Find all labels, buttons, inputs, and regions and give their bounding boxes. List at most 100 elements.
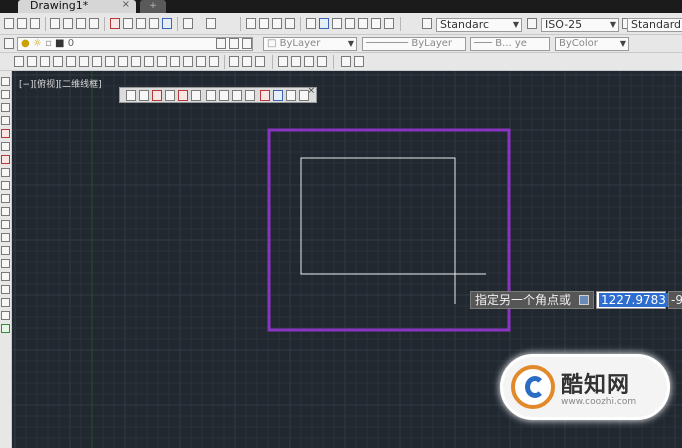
lineweight-select[interactable]: ─── B... ye xyxy=(470,37,550,51)
join-icon[interactable] xyxy=(170,56,180,67)
polygon-icon[interactable] xyxy=(1,116,10,125)
offset-icon[interactable] xyxy=(53,56,63,67)
layer-manager-icon[interactable] xyxy=(4,38,14,49)
text-style-select[interactable]: Standarc ▼ xyxy=(436,18,522,32)
sheet-set-icon[interactable] xyxy=(345,18,355,29)
ordinate-icon[interactable] xyxy=(165,90,175,101)
line-icon[interactable] xyxy=(1,77,10,86)
point-icon[interactable] xyxy=(1,246,10,255)
layer-states-icon[interactable] xyxy=(242,38,252,49)
scale-icon[interactable] xyxy=(105,56,115,67)
table-icon[interactable] xyxy=(1,298,10,307)
cut-icon[interactable] xyxy=(110,18,120,29)
bring-above-icon[interactable] xyxy=(278,56,288,67)
paste-icon[interactable] xyxy=(136,18,146,29)
send-back-icon[interactable] xyxy=(255,56,265,67)
center-mark-icon[interactable] xyxy=(273,90,283,101)
tolerance-icon[interactable] xyxy=(260,90,270,101)
spline-icon[interactable] xyxy=(1,181,10,190)
print-icon[interactable] xyxy=(50,18,60,29)
close-icon[interactable]: × xyxy=(307,86,315,96)
linetype-select[interactable]: ─────── ByLayer xyxy=(362,37,466,51)
dim-edit-icon[interactable] xyxy=(286,90,296,101)
block-editor-icon[interactable] xyxy=(162,18,172,29)
array-icon[interactable] xyxy=(66,56,76,67)
color-select[interactable]: □ ByLayer ▼ xyxy=(263,37,357,51)
rotate-icon[interactable] xyxy=(92,56,102,67)
draw-order-icon[interactable] xyxy=(229,56,239,67)
print-preview-icon[interactable] xyxy=(63,18,73,29)
new-file-icon[interactable] xyxy=(4,18,14,29)
publish-icon[interactable] xyxy=(76,18,86,29)
tab-drawing1[interactable]: Drawing1* × xyxy=(18,0,136,13)
radius-icon[interactable] xyxy=(178,90,188,101)
undo-icon[interactable] xyxy=(183,18,193,29)
arc-icon[interactable] xyxy=(1,142,10,151)
mirror-icon[interactable] xyxy=(40,56,50,67)
redo-icon[interactable] xyxy=(206,18,216,29)
ellipse-icon[interactable] xyxy=(1,194,10,203)
text-front-icon[interactable] xyxy=(304,56,314,67)
open-file-icon[interactable] xyxy=(17,18,27,29)
revision-cloud-icon[interactable] xyxy=(1,168,10,177)
make-block-icon[interactable] xyxy=(1,233,10,242)
add-selected-icon[interactable] xyxy=(1,324,10,333)
zoom-previous-icon[interactable] xyxy=(285,18,295,29)
tool-palettes-icon[interactable] xyxy=(332,18,342,29)
continue-icon[interactable] xyxy=(245,90,255,101)
send-under-icon[interactable] xyxy=(291,56,301,67)
hatch-back-icon[interactable] xyxy=(317,56,327,67)
aligned-dimension-icon[interactable] xyxy=(139,90,149,101)
explode-icon[interactable] xyxy=(209,56,219,67)
match-properties-icon[interactable] xyxy=(149,18,159,29)
angular-icon[interactable] xyxy=(206,90,216,101)
annotation-front-icon[interactable] xyxy=(341,56,351,67)
plot-style-select[interactable]: ByColor ▼ xyxy=(555,37,629,51)
baseline-icon[interactable] xyxy=(232,90,242,101)
make-current-layer-icon[interactable] xyxy=(216,38,226,49)
ellipse-arc-icon[interactable] xyxy=(1,207,10,216)
3d-dwf-icon[interactable] xyxy=(89,18,99,29)
bring-front-icon[interactable] xyxy=(242,56,252,67)
dim-style-select[interactable]: ISO-25 ▼ xyxy=(541,18,619,32)
gradient-icon[interactable] xyxy=(1,272,10,281)
zoom-window-icon[interactable] xyxy=(272,18,282,29)
insert-block-icon[interactable] xyxy=(1,220,10,229)
options-arrow-icon[interactable] xyxy=(579,295,590,305)
save-icon[interactable] xyxy=(30,18,40,29)
pan-icon[interactable] xyxy=(246,18,256,29)
viewport-controls-label[interactable]: [−][俯视][二维线框] xyxy=(19,77,102,90)
break-icon[interactable] xyxy=(157,56,167,67)
hatch-icon[interactable] xyxy=(1,259,10,268)
stretch-icon[interactable] xyxy=(118,56,128,67)
quickcalc-icon[interactable] xyxy=(371,18,381,29)
extend-icon[interactable] xyxy=(144,56,154,67)
copy-icon[interactable] xyxy=(123,18,133,29)
markup-icon[interactable] xyxy=(358,18,368,29)
construction-line-icon[interactable] xyxy=(1,90,10,99)
fillet-icon[interactable] xyxy=(196,56,206,67)
new-tab-button[interactable]: + xyxy=(140,0,166,13)
copy-object-icon[interactable] xyxy=(27,56,37,67)
polyline-icon[interactable] xyxy=(1,103,10,112)
circle-icon[interactable] xyxy=(1,155,10,164)
help-icon[interactable] xyxy=(384,18,394,29)
properties-icon[interactable] xyxy=(306,18,316,29)
layer-previous-icon[interactable] xyxy=(229,38,239,49)
design-center-icon[interactable] xyxy=(319,18,329,29)
quick-dimension-icon[interactable] xyxy=(219,90,229,101)
erase-icon[interactable] xyxy=(14,56,24,67)
close-tab-icon[interactable]: × xyxy=(122,0,130,10)
rectangle-icon[interactable] xyxy=(1,129,10,138)
trim-icon[interactable] xyxy=(131,56,141,67)
diameter-icon[interactable] xyxy=(191,90,201,101)
zoom-realtime-icon[interactable] xyxy=(259,18,269,29)
dimension-front-icon[interactable] xyxy=(354,56,364,67)
table-style-select[interactable]: Standard xyxy=(627,18,682,32)
multiline-text-icon[interactable] xyxy=(1,311,10,320)
x-coordinate-input[interactable]: 1227.9783 xyxy=(596,291,668,309)
y-coordinate-input[interactable]: -9 xyxy=(668,291,682,309)
linear-dimension-icon[interactable] xyxy=(126,90,136,101)
move-icon[interactable] xyxy=(79,56,89,67)
region-icon[interactable] xyxy=(1,285,10,294)
